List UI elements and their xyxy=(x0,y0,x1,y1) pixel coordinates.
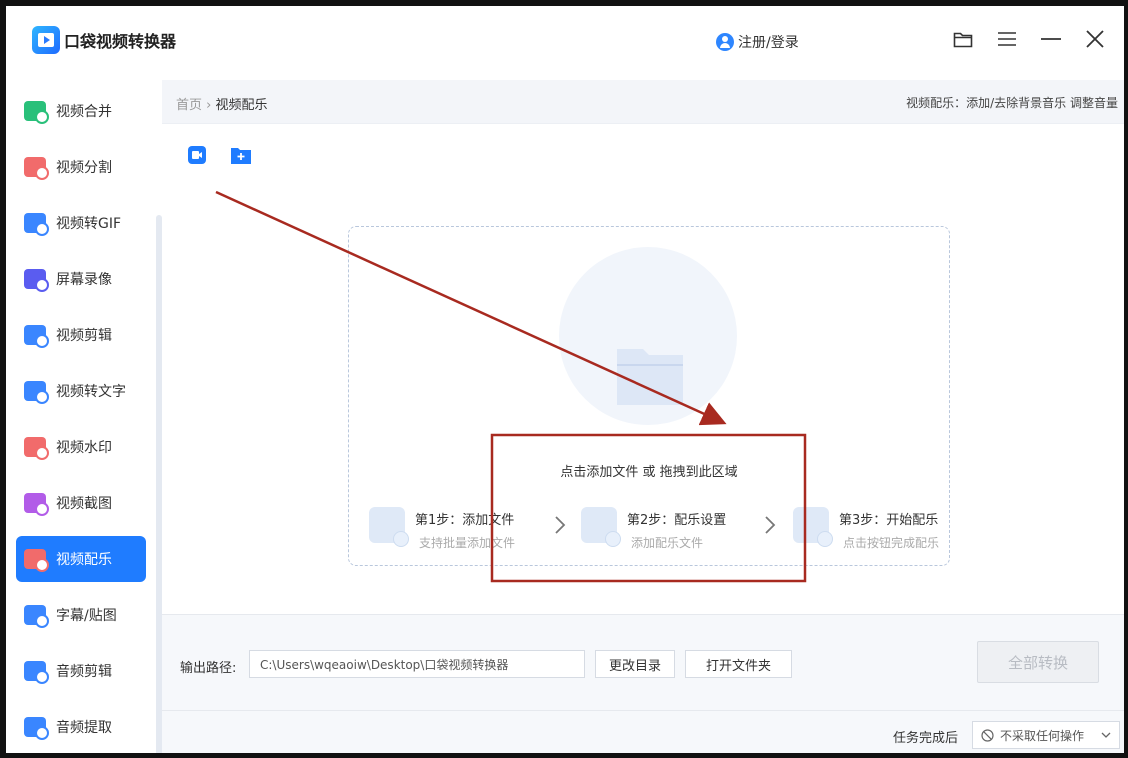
drop-hint-text: 点击添加文件 或 拖拽到此区域 xyxy=(560,465,738,480)
step-1-subtitle: 支持批量添加文件 xyxy=(419,536,516,550)
no-action-icon xyxy=(981,728,994,742)
sidebar-item-label: 视频剪辑 xyxy=(56,328,112,344)
sidebar-item-label: 字幕/贴图 xyxy=(56,608,117,624)
content-area: 点击添加文件 或 拖拽到此区域 第1步：添加文件 支持批量添加文件 第2步：配乐… xyxy=(162,124,1124,614)
tool-icon xyxy=(24,269,49,292)
music-settings-step-icon xyxy=(581,507,621,547)
step-2: 第2步：配乐设置 添加配乐文件 xyxy=(581,507,726,551)
tool-icon xyxy=(24,437,49,460)
sidebar-item[interactable]: 视频合并 xyxy=(16,88,146,134)
step-3: 第3步：开始配乐 点击按钮完成配乐 xyxy=(793,507,939,551)
sidebar-item[interactable]: 视频配乐 xyxy=(16,536,146,582)
breadcrumb-home[interactable]: 首页 xyxy=(176,98,202,113)
sidebar-item-label: 视频转文字 xyxy=(56,384,126,400)
add-video-button[interactable] xyxy=(186,144,208,166)
sidebar-item[interactable]: 视频剪辑 xyxy=(16,312,146,358)
sidebar-item-label: 视频截图 xyxy=(56,496,112,512)
sidebar-item[interactable]: 视频水印 xyxy=(16,424,146,470)
add-folder-button[interactable] xyxy=(230,144,252,166)
step-2-title: 第2步：配乐设置 xyxy=(627,513,727,528)
folder-illustration-icon xyxy=(617,349,683,405)
change-directory-button[interactable]: 更改目录 xyxy=(595,650,675,678)
after-task-selected: 不采取任何操作 xyxy=(1000,728,1085,743)
chevron-right-icon xyxy=(555,516,566,534)
footer-bar: 任务完成后 不采取任何操作 xyxy=(162,710,1124,753)
after-task-label: 任务完成后 xyxy=(892,731,958,746)
tool-icon xyxy=(24,549,49,572)
sidebar-item[interactable]: 视频转GIF xyxy=(16,200,146,246)
menu-icon[interactable] xyxy=(996,28,1018,50)
tool-icon xyxy=(24,717,49,740)
convert-all-button[interactable]: 全部转换 xyxy=(977,641,1099,683)
breadcrumb-current: 视频配乐 xyxy=(215,98,268,113)
login-label: 注册/登录 xyxy=(738,35,799,51)
video-file-icon xyxy=(188,146,206,164)
minimize-icon[interactable] xyxy=(1040,28,1062,50)
output-path-input[interactable] xyxy=(249,650,585,678)
step-2-subtitle: 添加配乐文件 xyxy=(631,536,704,550)
feature-hint: 视频配乐：添加/去除背景音乐 调整音量 xyxy=(906,96,1118,110)
step-1-title: 第1步：添加文件 xyxy=(415,513,515,528)
tool-icon xyxy=(24,213,49,236)
main-panel: 首页 › 视频配乐 视频配乐：添加/去除背景音乐 调整音量 点击添加文件 或 拖… xyxy=(162,80,1124,753)
sidebar-item-label: 视频合并 xyxy=(56,104,112,120)
title-bar: 口袋视频转换器 注册/登录 xyxy=(6,6,1124,80)
window-controls xyxy=(952,28,1106,50)
sidebar-item[interactable]: 音频提取 xyxy=(16,704,146,750)
sidebar-item[interactable]: 屏幕录像 xyxy=(16,256,146,302)
step-3-title: 第3步：开始配乐 xyxy=(839,513,939,528)
breadcrumb: 首页 › 视频配乐 xyxy=(176,94,268,113)
tool-icon xyxy=(24,381,49,404)
after-task-select[interactable]: 不采取任何操作 xyxy=(972,721,1120,749)
app-title: 口袋视频转换器 xyxy=(64,32,177,51)
login-button[interactable]: 注册/登录 xyxy=(716,32,799,52)
sidebar-item-label: 音频剪辑 xyxy=(56,664,112,680)
tool-icon xyxy=(24,157,49,180)
add-folder-icon xyxy=(231,148,251,164)
open-folder-button[interactable]: 打开文件夹 xyxy=(685,650,792,678)
user-avatar-icon xyxy=(716,33,734,51)
sidebar-item-label: 音频提取 xyxy=(56,720,112,736)
sidebar-item-label: 视频分割 xyxy=(56,160,112,176)
tool-icon xyxy=(24,325,49,348)
step-3-subtitle: 点击按钮完成配乐 xyxy=(843,536,940,550)
chevron-right-icon xyxy=(765,516,776,534)
app-window: 口袋视频转换器 注册/登录 视频合并视频分割视频转GIF 屏幕录像视频剪辑视频转文… xyxy=(0,0,1128,758)
drop-zone[interactable]: 点击添加文件 或 拖拽到此区域 第1步：添加文件 支持批量添加文件 第2步：配乐… xyxy=(348,226,950,566)
sidebar-item[interactable]: 字幕/贴图 xyxy=(16,592,146,638)
step-1: 第1步：添加文件 支持批量添加文件 xyxy=(369,507,515,551)
sidebar-item[interactable]: 视频分割 xyxy=(16,144,146,190)
close-icon[interactable] xyxy=(1084,28,1106,50)
sidebar-item-label: 视频配乐 xyxy=(56,552,112,568)
start-step-icon xyxy=(793,507,833,547)
sidebar-item[interactable]: 视频截图 xyxy=(16,480,146,526)
tool-icon xyxy=(24,493,49,516)
tool-icon xyxy=(24,605,49,628)
chevron-down-icon xyxy=(1101,732,1111,738)
add-file-step-icon xyxy=(369,507,409,547)
sidebar-item-label: 视频水印 xyxy=(56,440,112,456)
sidebar-item-label: 视频转GIF xyxy=(56,216,122,232)
sidebar-item[interactable]: 视频转文字 xyxy=(16,368,146,414)
sidebar-item-label: 屏幕录像 xyxy=(56,272,112,288)
tool-icon xyxy=(24,101,49,124)
app-logo-icon xyxy=(32,26,60,54)
breadcrumb-separator: › xyxy=(206,98,212,113)
sidebar-item[interactable]: 音频剪辑 xyxy=(16,648,146,694)
breadcrumb-bar: 首页 › 视频配乐 视频配乐：添加/去除背景音乐 调整音量 xyxy=(162,80,1124,124)
output-path-label: 输出路径: xyxy=(180,661,237,676)
folder-icon[interactable] xyxy=(952,28,974,50)
tool-icon xyxy=(24,661,49,684)
output-bar: 输出路径: 更改目录 打开文件夹 全部转换 xyxy=(162,614,1124,710)
sidebar: 视频合并视频分割视频转GIF 屏幕录像视频剪辑视频转文字视频水印视频截图视频配乐字… xyxy=(6,80,162,753)
